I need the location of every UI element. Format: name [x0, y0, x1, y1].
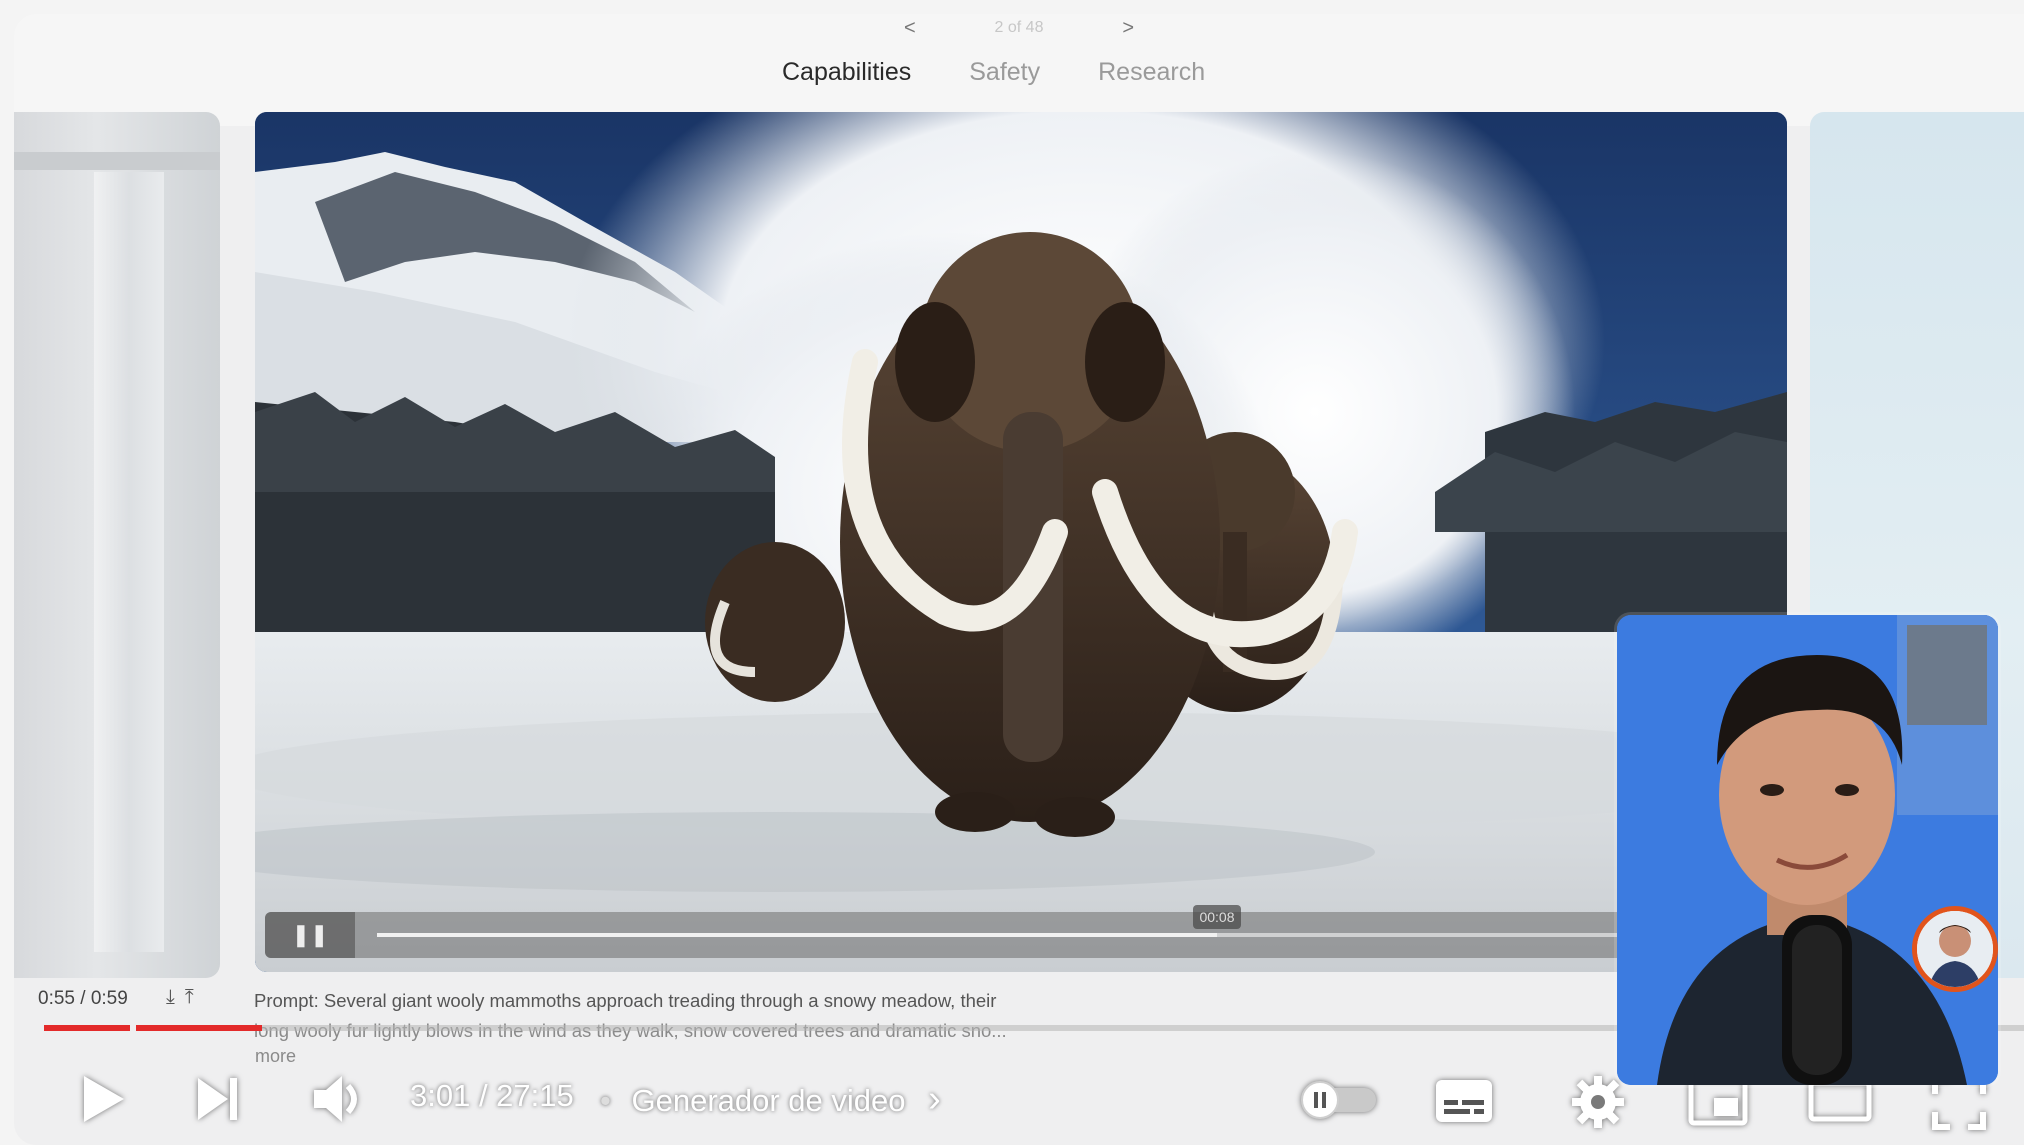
chapter-link[interactable]: • Generador de video › [600, 1078, 941, 1121]
channel-avatar[interactable] [1912, 906, 1998, 992]
tab-research[interactable]: Research [1098, 52, 1205, 93]
tab-bar: Capabilities Safety Research [782, 52, 1205, 93]
share-icon[interactable]: ⤒ [185, 986, 204, 1008]
previous-slide-preview[interactable] [14, 112, 220, 978]
tab-safety[interactable]: Safety [969, 52, 1040, 93]
next-button[interactable] [194, 1072, 242, 1131]
theater-mode-icon [1808, 1080, 1872, 1122]
chevron-right-icon: › [928, 1078, 941, 1120]
theater-mode-button[interactable] [1808, 1080, 1872, 1127]
play-icon [84, 1076, 124, 1122]
avatar-image [1917, 911, 1993, 987]
prompt-line-1: Prompt: Several giant wooly mammoths app… [254, 990, 997, 1011]
embed-time: 0:55 / 0:59 [38, 988, 128, 1009]
autoplay-toggle-icon [1301, 1081, 1376, 1119]
webcam-overlay [1617, 615, 1998, 1085]
play-button[interactable] [80, 1072, 126, 1131]
subtitles-button[interactable] [1434, 1078, 1494, 1129]
top-navigation: < 2 of 48 > Capabilities Safety Research [14, 14, 2024, 126]
video-controls: ❚❚ 00:08 [265, 905, 1777, 958]
video-seekbar-fill [377, 933, 1217, 937]
video-seekbar[interactable]: 00:08 [377, 905, 1777, 937]
video-timestamp-badge: 00:08 [1193, 905, 1241, 929]
presenter-webcam-image [1617, 615, 1998, 1085]
pager-prev-button[interactable]: < [904, 17, 916, 40]
player-progress-played [44, 1025, 262, 1031]
chapter-separator: • [600, 1083, 611, 1118]
mammoth-scene-image [255, 112, 1787, 972]
autoplay-toggle[interactable] [1290, 1080, 1380, 1125]
mammoth-video[interactable]: ❚❚ 00:08 [255, 112, 1787, 972]
prompt-line-2: long wooly fur lightly blows in the wind… [254, 1016, 1134, 1046]
player-time: 3:01 / 27:15 [410, 1078, 574, 1113]
video-pause-button[interactable]: ❚❚ [265, 912, 355, 958]
prompt-text: Prompt: Several giant wooly mammoths app… [254, 986, 1134, 1046]
slide-pager: < 2 of 48 > [904, 14, 1134, 42]
skip-next-icon [198, 1078, 237, 1120]
pager-label: 2 of 48 [994, 19, 1044, 36]
tab-capabilities[interactable]: Capabilities [782, 52, 911, 93]
pager-next-button[interactable]: > [1122, 17, 1134, 40]
chapter-title: Generador de video [631, 1083, 906, 1118]
download-icon[interactable]: ⤓ [166, 986, 185, 1008]
volume-button[interactable] [310, 1072, 368, 1131]
embed-actions: ⤓⤒ [166, 986, 204, 1009]
subtitles-icon [1436, 1080, 1492, 1122]
volume-icon [314, 1076, 357, 1122]
chapter-marker [130, 1025, 136, 1031]
